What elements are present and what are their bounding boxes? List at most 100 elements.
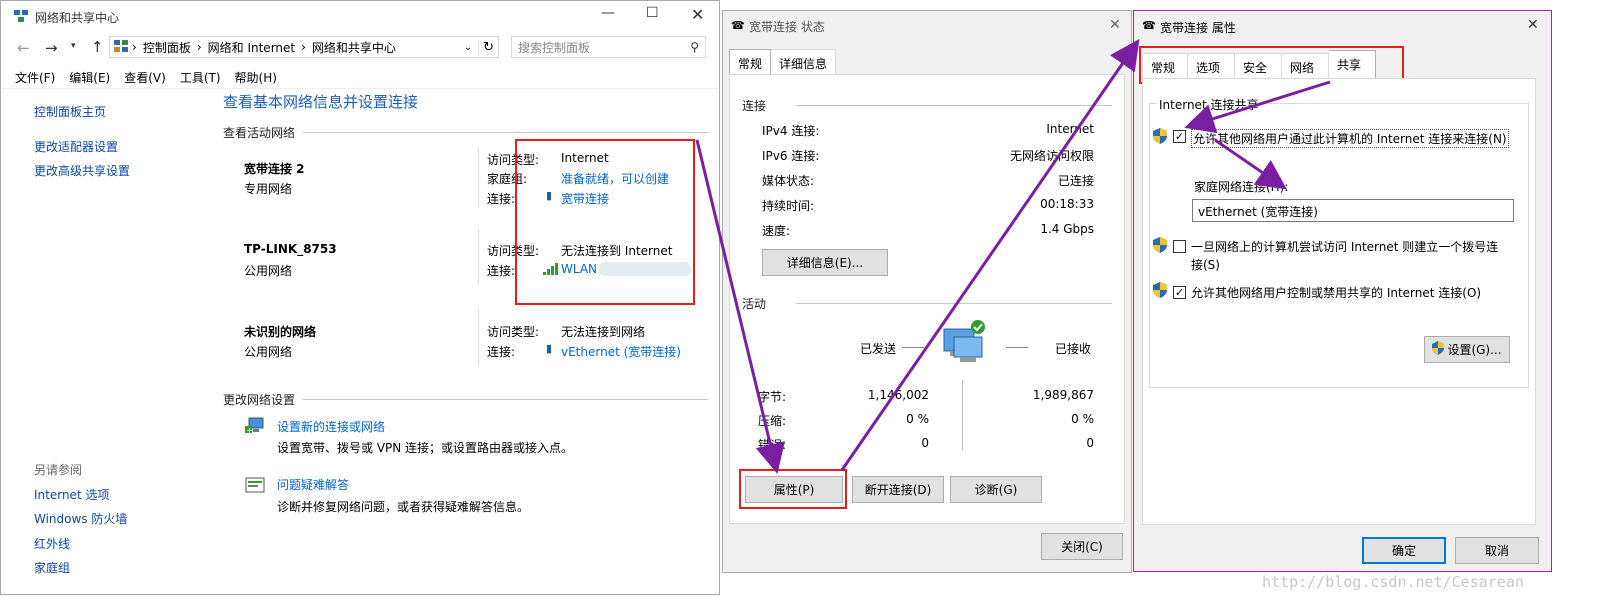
access-type-value: Internet <box>561 151 609 165</box>
tab-general[interactable]: 常规 <box>1142 53 1188 80</box>
errors-sent: 0 <box>921 436 929 450</box>
minimize-button[interactable]: — <box>601 5 615 21</box>
status-panel: 连接 IPv4 连接: Internet IPv6 连接: 无网络访问权限 媒体… <box>729 74 1125 524</box>
troubleshoot-link[interactable]: 问题疑难解答 <box>277 476 349 493</box>
dial-on-demand-checkbox[interactable] <box>1173 239 1186 253</box>
dial-on-demand-label-line2: 接(S) <box>1191 258 1220 272</box>
ok-button[interactable]: 确定 <box>1362 537 1446 564</box>
home-network-select[interactable]: vEthernet (宽带连接) <box>1192 199 1514 222</box>
connection-label: 连接: <box>487 264 516 278</box>
activity-section-title: 活动 <box>742 297 767 311</box>
tab-networking[interactable]: 网络 <box>1282 53 1329 80</box>
dialup-icon: ▮ <box>546 189 553 202</box>
maximize-button[interactable]: ☐ <box>646 5 659 21</box>
shield-icon <box>1153 282 1167 301</box>
allow-connect-label: 允许其他网络用户通过此计算机的 Internet 连接来连接(N) <box>1191 129 1509 148</box>
connection-label: 连接: <box>487 345 516 359</box>
network-name: TP-LINK_8753 <box>244 242 337 256</box>
see-also-internet-options[interactable]: Internet 选项 <box>34 486 109 503</box>
up-arrow-icon[interactable]: ↑ <box>91 38 104 56</box>
vethernet-link[interactable]: vEthernet (宽带连接) <box>561 343 681 360</box>
tab-security[interactable]: 安全 <box>1235 53 1282 80</box>
details-button[interactable]: 详细信息(E)... <box>762 249 888 276</box>
close-button[interactable]: ✕ <box>691 5 704 24</box>
network-name: 宽带连接 2 <box>244 162 305 176</box>
connection-properties-window: ☎ 宽带连接 属性 ✕ 常规 选项 安全 网络 共享 Internet 连接共享… <box>1133 10 1552 572</box>
access-type-value: 无法连接到网络 <box>561 325 646 339</box>
menu-tools[interactable]: 工具(T) <box>180 69 221 86</box>
access-type-label: 访问类型: <box>487 153 540 167</box>
access-type-value: 无法连接到 Internet <box>561 244 673 258</box>
tab-sharing[interactable]: 共享 <box>1329 50 1376 80</box>
tab-options[interactable]: 选项 <box>1188 53 1235 80</box>
homegroup-link[interactable]: 准备就绪，可以创建 <box>561 170 669 187</box>
see-also-title: 另请参阅 <box>34 463 83 477</box>
wlan-link[interactable]: WLAN <box>561 262 597 276</box>
broadband-connection-link[interactable]: 宽带连接 <box>561 190 609 207</box>
ics-group-title: Internet 连接共享 <box>1157 96 1261 113</box>
compression-label: 压缩: <box>758 414 787 428</box>
back-arrow-icon[interactable]: ← <box>17 39 30 57</box>
disconnect-button[interactable]: 断开连接(D) <box>852 476 944 503</box>
search-input[interactable]: 搜索控制面板 ⚲ <box>511 36 706 58</box>
home-network-value: vEthernet (宽带连接) <box>1198 205 1318 219</box>
activity-divider <box>962 380 963 450</box>
tab-details[interactable]: 详细信息 <box>771 49 837 76</box>
address-bar[interactable]: › 控制面板 › 网络和 Internet › 网络和共享中心 ⌄ ↻ <box>109 36 499 58</box>
see-also-homegroup[interactable]: 家庭组 <box>34 559 70 576</box>
setup-new-connection-link[interactable]: 设置新的连接或网络 <box>277 418 385 435</box>
wifi-signal-icon <box>543 263 559 278</box>
network-icon <box>13 9 29 26</box>
menu-help[interactable]: 帮助(H) <box>235 69 277 86</box>
received-line <box>1006 347 1028 348</box>
sidebar-link-control-panel-home[interactable]: 控制面板主页 <box>34 103 106 120</box>
ipv6-label: IPv6 连接: <box>762 149 820 163</box>
menu-edit[interactable]: 编辑(E) <box>69 69 110 86</box>
close-dialog-button[interactable]: 关闭(C) <box>1041 533 1123 560</box>
see-also-firewall[interactable]: Windows 防火墙 <box>34 510 127 527</box>
network-sharing-center-window: 网络和共享中心 — ☐ ✕ ← → ▾ ↑ › 控制面板 › 网络和 Inter… <box>0 0 720 595</box>
home-network-label: 家庭网络连接(H): <box>1194 180 1289 194</box>
received-label: 已接收 <box>1055 342 1092 356</box>
sidebar-link-advanced-sharing[interactable]: 更改高级共享设置 <box>34 162 130 179</box>
watermark: http://blog.csdn.net/Cesarean <box>1262 573 1524 591</box>
network-activity-icon <box>938 319 990 370</box>
bytes-sent: 1,146,002 <box>867 388 929 402</box>
recent-dropdown-icon[interactable]: ▾ <box>71 41 76 51</box>
allow-connect-checkbox[interactable]: ✓ <box>1173 129 1186 143</box>
menu-file[interactable]: 文件(F) <box>15 69 55 86</box>
network-name: 未识别的网络 <box>244 325 317 339</box>
tab-general[interactable]: 常规 <box>729 49 772 76</box>
sharing-panel: Internet 连接共享 ✓ 允许其他网络用户通过此计算机的 Internet… <box>1142 78 1536 525</box>
network-divider <box>478 148 479 208</box>
page-title: 查看基本网络信息并设置连接 <box>223 93 419 111</box>
diagnose-button[interactable]: 诊断(G) <box>950 476 1042 503</box>
speed-value: 1.4 Gbps <box>1040 222 1094 236</box>
svg-text:+: + <box>246 426 253 435</box>
properties-button[interactable]: 属性(P) <box>745 476 843 503</box>
refresh-icon[interactable]: ↻ <box>478 39 498 55</box>
settings-button[interactable]: 设置(G)... <box>1424 336 1510 363</box>
ipv6-value: 无网络访问权限 <box>1009 149 1094 163</box>
change-settings-section: 更改网络设置 <box>223 391 708 408</box>
menu-view[interactable]: 查看(V) <box>124 69 166 86</box>
compression-received: 0 % <box>1071 412 1094 426</box>
network-type: 公用网络 <box>244 264 293 278</box>
close-button[interactable]: ✕ <box>1527 17 1539 33</box>
status-tabs: 常规 详细信息 <box>729 49 837 76</box>
see-also-infrared[interactable]: 红外线 <box>34 535 70 552</box>
close-button[interactable]: ✕ <box>1109 17 1121 33</box>
active-networks-section: 查看活动网络 <box>223 124 708 141</box>
network-divider <box>478 310 479 365</box>
address-dropdown-icon[interactable]: ⌄ <box>464 42 472 53</box>
sidebar-link-change-adapter[interactable]: 更改适配器设置 <box>34 138 118 155</box>
breadcrumb-item[interactable]: 网络和共享中心 <box>312 39 396 56</box>
connection-icon: ☎ <box>731 19 745 32</box>
cancel-button[interactable]: 取消 <box>1455 537 1539 564</box>
allow-control-checkbox[interactable]: ✓ <box>1173 285 1186 299</box>
duration-value: 00:18:33 <box>1040 197 1094 211</box>
breadcrumb-item[interactable]: 网络和 Internet <box>208 39 295 56</box>
breadcrumb-item[interactable]: 控制面板 <box>143 39 191 56</box>
forward-arrow-icon[interactable]: → <box>45 39 58 57</box>
ipv4-label: IPv4 连接: <box>762 124 820 138</box>
